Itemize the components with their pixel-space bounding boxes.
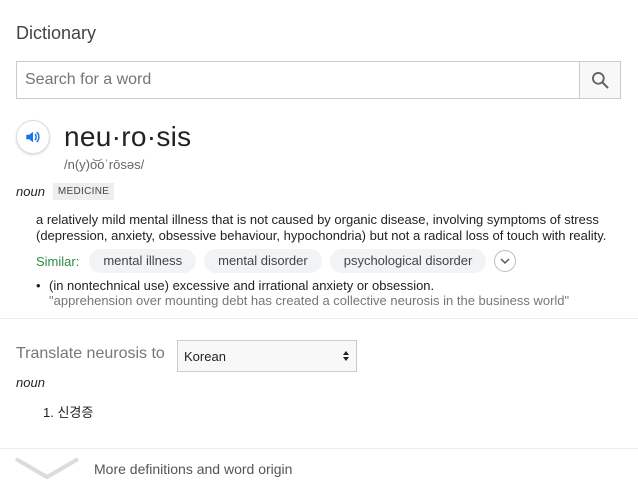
- translation-item: 1. 신경증: [43, 405, 94, 420]
- pronunciation-button[interactable]: [16, 120, 50, 154]
- speaker-icon: [26, 131, 40, 143]
- chevron-down-icon: [500, 258, 510, 265]
- chevron-down-icon: [14, 457, 80, 480]
- subject-label-badge: MEDICINE: [52, 183, 115, 200]
- phonetic-spelling: /n(y)o͝oˈrōsəs/: [64, 157, 145, 172]
- dictionary-card: Dictionary neu·ro·sis /n(y)o͝oˈrōsəs/ no…: [0, 0, 638, 489]
- part-of-speech-row: noun MEDICINE: [16, 183, 115, 200]
- more-definitions-button[interactable]: More definitions and word origin: [0, 449, 638, 489]
- bullet: •: [36, 278, 41, 293]
- dictionary-title: Dictionary: [16, 23, 97, 43]
- similar-chip-psychological-disorder[interactable]: psychological disorder: [329, 249, 487, 273]
- part-of-speech: noun: [16, 184, 45, 199]
- similar-chip-mental-illness[interactable]: mental illness: [89, 249, 197, 273]
- search-button[interactable]: [579, 62, 620, 98]
- translate-label: Translate neurosis to: [16, 345, 165, 362]
- similar-chip-mental-disorder[interactable]: mental disorder: [204, 249, 322, 273]
- language-select[interactable]: Korean: [177, 340, 357, 372]
- similar-words-row: Similar: mental illness mental disorder …: [36, 249, 517, 273]
- language-select-value: Korean: [184, 348, 226, 364]
- search-icon: [592, 72, 609, 89]
- divider: [0, 318, 638, 319]
- usage-example: "apprehension over mounting debt has cre…: [49, 293, 570, 308]
- definition-text: a relatively mild mental illness that is…: [36, 212, 607, 243]
- expand-similar-button[interactable]: [494, 250, 517, 272]
- search-box: [16, 61, 621, 99]
- similar-label: Similar:: [36, 253, 80, 269]
- select-arrows-icon: [343, 351, 349, 361]
- more-definitions-label: More definitions and word origin: [94, 461, 293, 477]
- headword: neu·ro·sis: [64, 121, 192, 152]
- secondary-sense-text: (in nontechnical use) excessive and irra…: [49, 278, 435, 293]
- search-input[interactable]: [17, 62, 579, 98]
- translation-part-of-speech: noun: [16, 375, 45, 390]
